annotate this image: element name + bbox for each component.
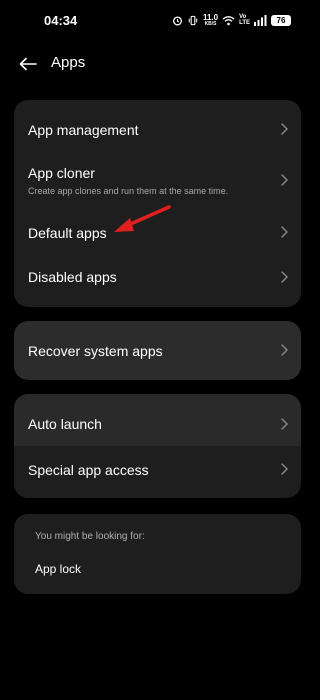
back-arrow-icon [19,57,37,71]
recover-system-apps-row[interactable]: Recover system apps [14,321,301,380]
app-cloner-label: App cloner [28,165,95,181]
back-button[interactable] [16,52,40,76]
volte-bottom: LTE [239,20,250,26]
disabled-apps-label: Disabled apps [28,269,117,285]
apps-settings-card: App management App cloner Create app clo… [14,100,301,307]
chevron-right-icon [281,226,288,238]
signal-icon [254,14,267,26]
special-app-access-row[interactable]: Special app access [14,446,301,498]
battery-icon: 76 [271,14,291,26]
status-time: 04:34 [44,13,78,28]
recover-system-apps-label: Recover system apps [28,343,163,359]
status-bar: 04:34 11.0 KB/S Vo LTE 76 [0,0,315,40]
special-app-access-label: Special app access [28,462,149,478]
app-header: Apps [0,44,315,84]
chevron-right-icon [281,174,288,186]
status-icons: 11.0 KB/S Vo LTE 76 [172,12,291,28]
page-title: Apps [51,54,86,71]
default-apps-row[interactable]: Default apps [14,210,301,258]
app-management-label: App management [28,122,139,138]
suggestions-card: You might be looking for: App lock [14,514,301,594]
vibrate-icon [188,15,198,25]
default-apps-label: Default apps [28,225,107,241]
app-access-card: Auto launch Special app access [14,394,301,498]
chevron-right-icon [281,344,288,356]
chevron-right-icon [281,123,288,135]
app-cloner-description: Create app clones and run them at the sa… [28,186,229,196]
auto-launch-row[interactable]: Auto launch [14,394,301,446]
app-management-row[interactable]: App management [14,100,301,158]
recover-system-apps-card: Recover system apps [14,321,301,380]
app-lock-link[interactable]: App lock [35,562,81,576]
network-speed: 11.0 KB/S [202,12,219,27]
disabled-apps-row[interactable]: Disabled apps [14,258,301,307]
chevron-right-icon [281,418,288,430]
auto-launch-label: Auto launch [28,416,102,432]
alarm-icon [172,15,182,25]
network-speed-unit: KB/S [204,20,217,27]
chevron-right-icon [281,463,288,475]
volte-indicator: Vo LTE [239,14,250,26]
suggestions-heading: You might be looking for: [35,531,145,542]
chevron-right-icon [281,271,288,283]
wifi-icon [222,15,235,25]
app-cloner-row[interactable]: App cloner Create app clones and run the… [14,158,301,210]
network-speed-value: 11.0 [202,12,219,22]
